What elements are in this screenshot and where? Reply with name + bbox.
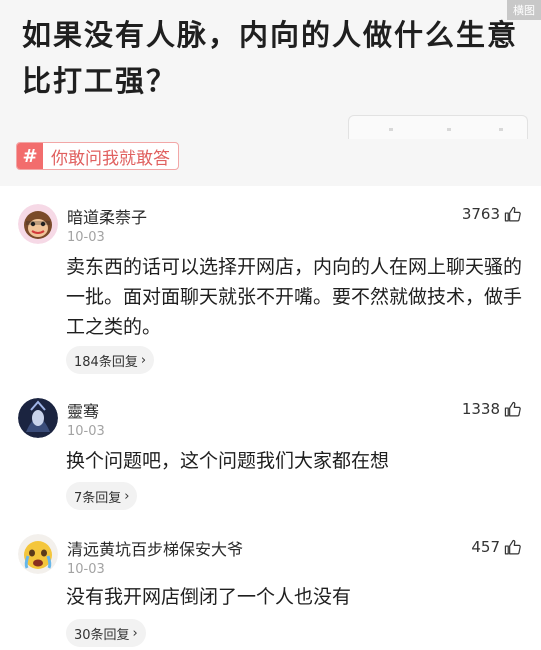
- comment-item: 暗道柔萘子 10-03 3763 卖东西的话可以选择开网店，内向的人在网上聊天骚…: [0, 186, 541, 386]
- view-replies-button[interactable]: 7条回复 ›: [66, 482, 138, 510]
- like-button[interactable]: 457: [471, 538, 521, 556]
- question-title[interactable]: 如果没有人脉，内向的人做什么生意比打工强？: [22, 12, 522, 104]
- topic-chip[interactable]: # 你敢问我就敢答: [16, 142, 179, 170]
- comment-text: 没有我开网店倒闭了一个人也没有: [66, 586, 352, 608]
- chevron-right-icon: ›: [132, 625, 138, 641]
- replies-count: 30条回复: [74, 627, 130, 643]
- view-replies-button[interactable]: 184条回复 ›: [66, 346, 155, 374]
- chevron-right-icon: ›: [124, 488, 130, 504]
- replies-count: 184条回复: [74, 354, 138, 370]
- replies-count: 7条回复: [74, 490, 122, 506]
- dark-character-avatar-icon: [18, 398, 58, 438]
- comment-author[interactable]: 靈骞: [67, 398, 99, 422]
- comment-date: 10-03: [67, 230, 105, 245]
- thumbs-up-icon: [504, 206, 521, 221]
- hash-icon: #: [17, 143, 43, 169]
- topic-label: 你敢问我就敢答: [51, 148, 170, 169]
- comment-text: 换个问题吧，这个问题我们大家都在想: [66, 450, 390, 472]
- view-replies-button[interactable]: 30条回复 ›: [66, 619, 146, 647]
- chevron-right-icon: ›: [140, 352, 147, 368]
- comment-item: 靈骞 10-03 1338 换个问题吧，这个问题我们大家都在想 7条回复 ›: [0, 386, 541, 522]
- like-count: 3763: [461, 205, 500, 223]
- thumbs-up-icon: [504, 401, 521, 416]
- comment-text: 卖东西的话可以选择开网店，内向的人在网上聊天骚的一批。面对面聊天就张不开嘴。要不…: [66, 256, 523, 338]
- crying-emoji-avatar-icon: [18, 534, 58, 574]
- avatar[interactable]: [18, 204, 58, 244]
- comment-author[interactable]: 清远黄坑百步梯保安大爷: [67, 536, 243, 560]
- question-header: 横图 如果没有人脉，内向的人做什么生意比打工强？ # 你敢问我就敢答: [0, 0, 541, 186]
- like-count: 1338: [461, 400, 500, 418]
- avatar[interactable]: [18, 534, 58, 574]
- comment-item: 清远黄坑百步梯保安大爷 10-03 457 没有我开网店倒闭了一个人也没有 30…: [0, 522, 541, 650]
- comment-author[interactable]: 暗道柔萘子: [67, 204, 147, 228]
- avatar[interactable]: [18, 398, 58, 438]
- faded-card-edge: [348, 115, 528, 139]
- monkey-avatar-icon: [18, 204, 58, 244]
- thumbs-up-icon: [504, 539, 521, 554]
- comment-date: 10-03: [67, 424, 105, 439]
- like-button[interactable]: 3763: [462, 205, 521, 223]
- like-count: 457: [471, 538, 500, 556]
- comment-date: 10-03: [67, 562, 105, 577]
- like-button[interactable]: 1338: [462, 400, 521, 418]
